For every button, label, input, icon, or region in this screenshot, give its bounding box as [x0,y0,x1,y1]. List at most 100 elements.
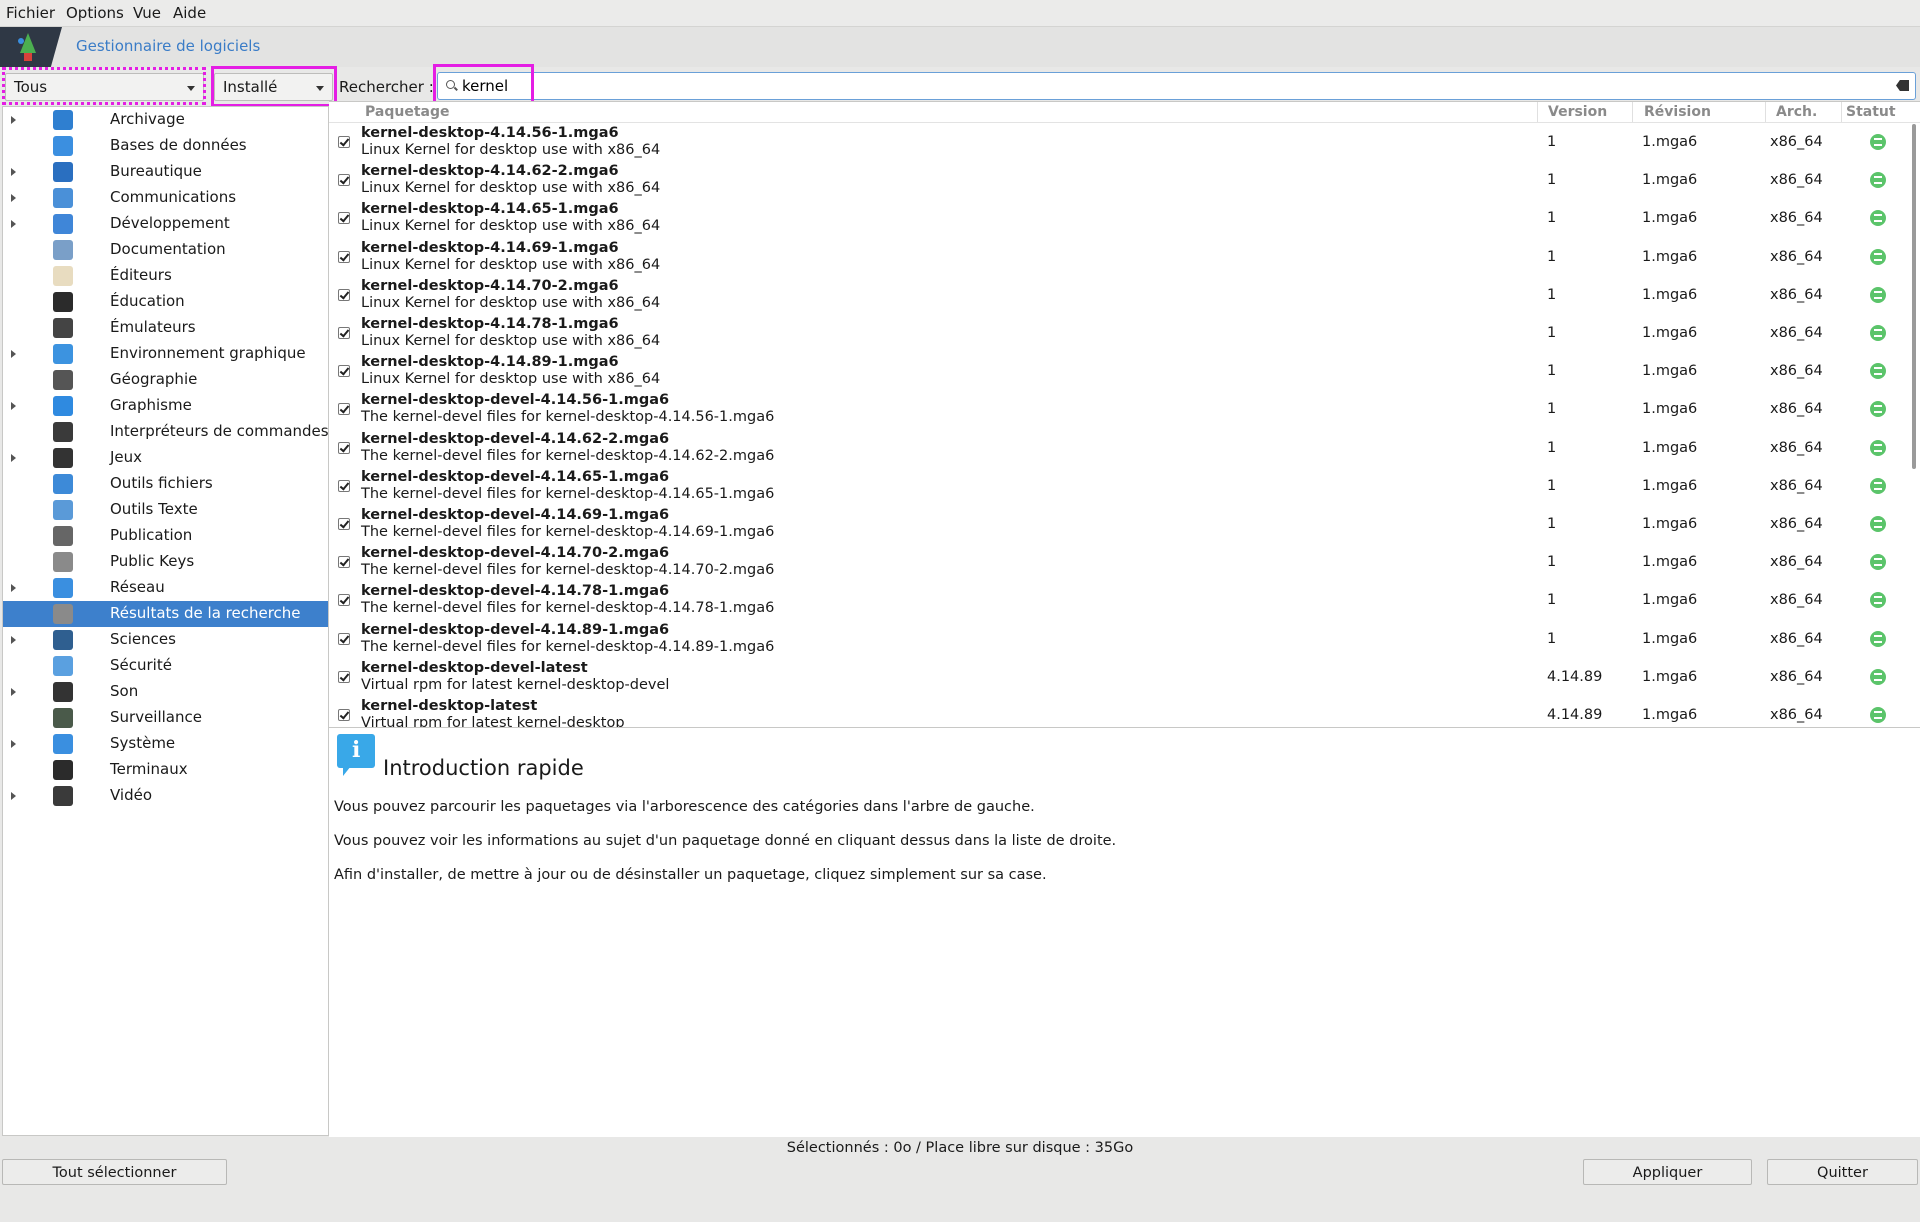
column-header-arch[interactable]: Arch. [1776,104,1817,120]
menu-vue[interactable]: Vue [133,4,161,22]
package-checkbox[interactable] [338,441,350,454]
package-checkbox[interactable] [338,518,350,530]
category-item[interactable]: Environnement graphique [3,341,328,367]
category-item[interactable]: Bases de données [3,133,328,159]
apply-button[interactable]: Appliquer [1583,1159,1752,1185]
category-item[interactable]: Publication [3,523,328,549]
category-item[interactable]: Outils Texte [3,497,328,523]
category-item[interactable]: Sciences [3,627,328,653]
category-item[interactable]: Son [3,679,328,705]
package-name: kernel-desktop-devel-4.14.78-1.mga6 [361,583,670,600]
package-row[interactable]: kernel-desktop-devel-4.14.89-1.mga6 The k… [329,620,1909,658]
category-item[interactable]: Graphisme [3,393,328,419]
category-item[interactable]: Émulateurs [3,315,328,341]
package-checkbox[interactable] [338,174,350,187]
package-row[interactable]: kernel-desktop-4.14.70-2.mga6 Linux Kerne… [329,276,1909,314]
category-item[interactable]: Communications [3,185,328,211]
package-row[interactable]: kernel-desktop-devel-4.14.78-1.mga6 The k… [329,581,1909,619]
column-header-package[interactable]: Paquetage [365,104,449,120]
package-row[interactable]: kernel-desktop-4.14.69-1.mga6 Linux Kerne… [329,238,1909,276]
package-checkbox[interactable] [338,709,350,721]
category-item[interactable]: Bureautique [3,159,328,185]
package-version: 1 [1547,439,1557,456]
package-row[interactable]: kernel-desktop-devel-4.14.65-1.mga6 The k… [329,467,1909,505]
package-row[interactable]: kernel-desktop-latest Virtual rpm for lat… [329,696,1909,727]
clear-search-icon[interactable] [1896,80,1909,91]
category-item[interactable]: Vidéo [3,783,328,809]
category-item[interactable]: Éditeurs [3,263,328,289]
column-header-version[interactable]: Version [1548,104,1607,120]
package-row[interactable]: kernel-desktop-devel-4.14.56-1.mga6 The k… [329,390,1909,428]
package-checkbox[interactable] [338,212,350,225]
package-checkbox[interactable] [338,556,350,569]
package-checkbox[interactable] [338,365,350,378]
category-item[interactable]: Résultats de la recherche [3,601,328,627]
category-item[interactable]: Public Keys [3,549,328,575]
package-row[interactable]: kernel-desktop-4.14.78-1.mga6 Linux Kerne… [329,314,1909,352]
category-item[interactable]: Sécurité [3,653,328,679]
package-checkbox[interactable] [338,250,350,263]
category-item[interactable]: Jeux [3,445,328,471]
quit-button[interactable]: Quitter [1767,1159,1918,1185]
category-label: Bases de données [110,136,247,154]
expand-arrow-icon[interactable] [11,454,16,462]
package-description: Linux Kernel for desktop use with x86_64 [361,180,661,197]
package-row[interactable]: kernel-desktop-4.14.56-1.mga6 Linux Kerne… [329,123,1909,161]
category-item[interactable]: Outils fichiers [3,471,328,497]
column-header-status[interactable]: Statut [1846,104,1896,120]
expand-arrow-icon[interactable] [11,792,16,800]
package-name: kernel-desktop-devel-4.14.65-1.mga6 [361,468,670,485]
expand-arrow-icon[interactable] [11,350,16,358]
expand-arrow-icon[interactable] [11,194,16,202]
category-item[interactable]: Réseau [3,575,328,601]
category-label: Éducation [110,292,185,310]
column-header-revision[interactable]: Révision [1644,104,1711,120]
expand-arrow-icon[interactable] [11,116,16,124]
menu-fichier[interactable]: Fichier [6,4,55,22]
package-revision: 1.mga6 [1642,592,1698,609]
category-item[interactable]: Système [3,731,328,757]
package-checkbox[interactable] [338,594,350,607]
installed-status-icon [1870,363,1886,380]
package-row[interactable]: kernel-desktop-devel-latest Virtual rpm f… [329,658,1909,696]
expand-arrow-icon[interactable] [11,584,16,592]
package-row[interactable]: kernel-desktop-devel-4.14.70-2.mga6 The k… [329,543,1909,581]
search-input[interactable] [462,76,1862,96]
expand-arrow-icon[interactable] [11,636,16,644]
search-results-icon [53,604,73,624]
category-item[interactable]: Éducation [3,289,328,315]
package-row[interactable]: kernel-desktop-devel-4.14.69-1.mga6 The k… [329,505,1909,543]
category-label: Communications [110,188,237,206]
installed-status-icon [1870,210,1886,227]
menu-aide[interactable]: Aide [173,4,206,22]
installed-status-icon [1870,630,1886,647]
expand-arrow-icon[interactable] [11,740,16,748]
package-checkbox[interactable] [338,670,350,683]
package-checkbox[interactable] [338,288,350,301]
app-banner [0,27,1920,67]
package-row[interactable]: kernel-desktop-4.14.89-1.mga6 Linux Kerne… [329,352,1909,390]
select-all-button[interactable]: Tout sélectionner [2,1159,227,1185]
package-checkbox[interactable] [338,136,350,148]
expand-arrow-icon[interactable] [11,168,16,176]
category-item[interactable]: Surveillance [3,705,328,731]
package-checkbox[interactable] [338,632,350,645]
category-item[interactable]: Terminaux [3,757,328,783]
package-name: kernel-desktop-4.14.70-2.mga6 [361,277,619,294]
category-item[interactable]: Documentation [3,237,328,263]
category-item[interactable]: Développement [3,211,328,237]
package-row[interactable]: kernel-desktop-4.14.65-1.mga6 Linux Kerne… [329,199,1909,237]
package-checkbox[interactable] [338,403,350,416]
package-checkbox[interactable] [338,327,350,339]
category-item[interactable]: Interpréteurs de commandes [3,419,328,445]
expand-arrow-icon[interactable] [11,402,16,410]
category-item[interactable]: Géographie [3,367,328,393]
package-checkbox[interactable] [338,479,350,492]
expand-arrow-icon[interactable] [11,220,16,228]
expand-arrow-icon[interactable] [11,688,16,696]
list-scrollbar[interactable] [1912,124,1916,469]
package-row[interactable]: kernel-desktop-4.14.62-2.mga6 Linux Kerne… [329,161,1909,199]
package-row[interactable]: kernel-desktop-devel-4.14.62-2.mga6 The k… [329,429,1909,467]
menu-options[interactable]: Options [66,4,124,22]
category-item[interactable]: Archivage [3,107,328,133]
